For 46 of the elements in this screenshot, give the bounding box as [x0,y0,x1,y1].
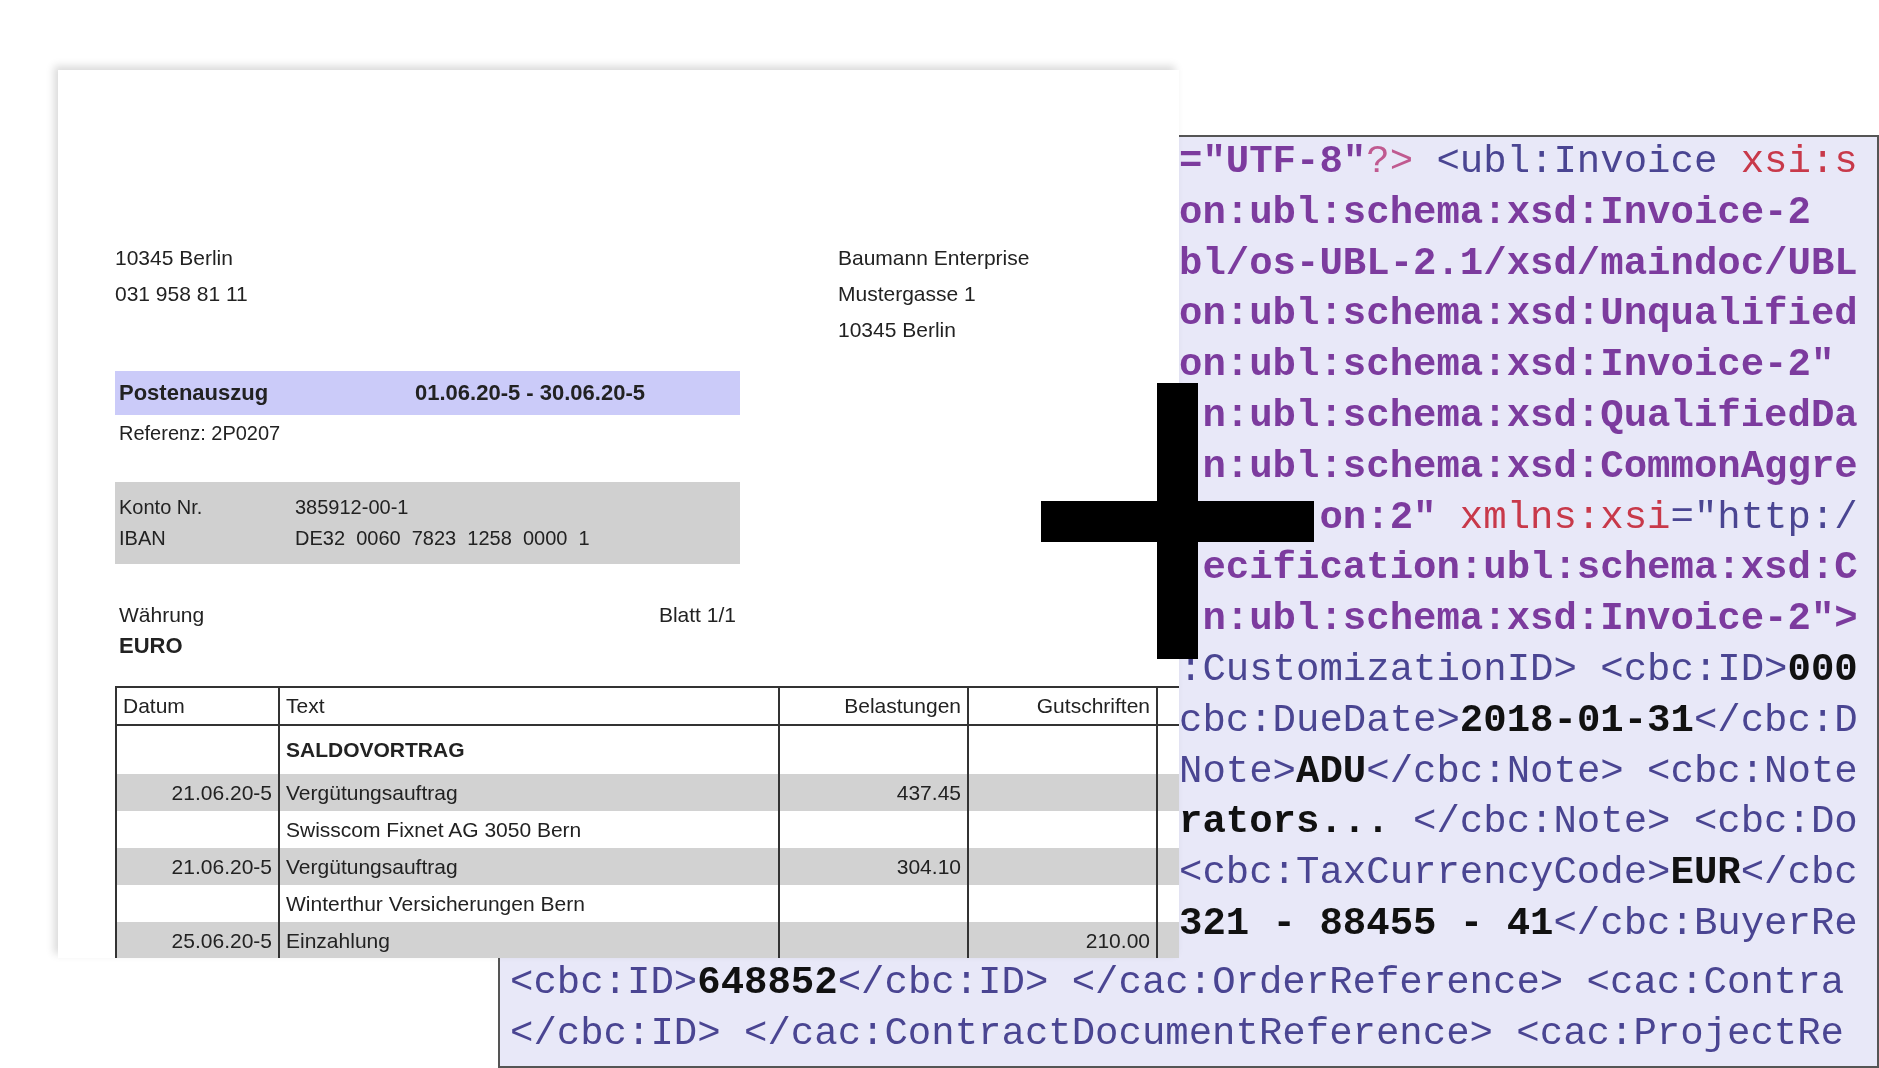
currency-value: EURO [119,633,183,658]
code-line: bl/os-UBL-2.1/xsd/maindoc/UBL [1179,240,1858,288]
table-cell: 304.10 [779,848,968,885]
table-cell: Vergütungsauftrag [279,848,779,885]
column-header: Gutschriften [968,687,1157,725]
table-cell: Einzahlung [279,922,779,958]
code-line: ="UTF-8"?> <ubl:Invoice xsi:s [1179,139,1858,186]
address-line: 10345 Berlin [115,245,234,271]
code-line: n:ubl:schema:xsd:Invoice-2"> [1201,596,1858,644]
code-line: cbc:DueDate>2018-01-31</cbc:D [1179,697,1858,745]
table-cell: 21.06.20-5 [116,848,279,885]
column-header: Datum [116,687,279,725]
table-cell: 210.00 [968,922,1157,958]
statement-title: Postenauszug [119,380,270,406]
address-line: Baumann Enterprise [838,245,1031,271]
table-cell: 21.06.20-5 [116,774,279,811]
address-line: Mustergasse 1 [838,281,977,307]
reference-text: Referenz: 2P0207 [119,422,281,444]
page-number: Blatt 1/1 [658,602,736,628]
statement-period: 01.06.20-5 - 30.06.20-5 [415,380,645,406]
table-cell: 437.45 [779,774,968,811]
account-label: IBAN [119,526,167,551]
table-cell: Vergütungsauftrag [279,774,779,811]
code-line: </cbc:ID> </cac:ContractDocumentReference> <cac:ProjectRe [510,1010,1845,1058]
address-line: 031 958 81 11 [115,281,249,307]
code-line: n:ubl:schema:xsd:QualifiedDa [1201,393,1858,440]
code-line: 321 - 88455 - 41</cbc:BuyerRe [1179,900,1858,948]
code-line: :CustomizationID> <cbc:ID>000 [1179,646,1858,694]
code-line: on:2" xmlns:xsi="http:/ [1318,494,1858,542]
code-line: on:ubl:schema:xsd:Invoice-2" [1179,342,1835,390]
address-line: 10345 Berlin [838,317,957,343]
account-label: Konto Nr. [119,495,204,520]
code-line: rators... </cbc:Note> <cbc:Do [1179,799,1858,847]
code-line: Note>ADU</cbc:Note> <cbc:Note [1179,748,1858,796]
code-line: <cbc:TaxCurrencyCode>EUR</cbc [1179,850,1858,898]
code-line: on:ubl:schema:xsd:Invoice-2 [1179,189,1811,237]
table-cell: 25.06.20-5 [116,922,279,958]
code-line: n:ubl:schema:xsd:CommonAggre [1201,443,1858,491]
currency-label: Währung [119,602,205,628]
account-value: 385912-00-1 [295,495,410,520]
code-line: <cbc:ID>648852</cbc:ID> </cac:OrderReference> <cac:Contra [510,960,1845,1007]
column-header: Belastungen [779,687,968,725]
code-line: ecification:ubl:schema:xsd:C [1201,545,1858,593]
account-value: DE32 0060 7823 1258 0000 1 [295,526,591,551]
code-line: on:ubl:schema:xsd:Unqualified [1179,291,1858,339]
column-header: Text [279,687,779,725]
